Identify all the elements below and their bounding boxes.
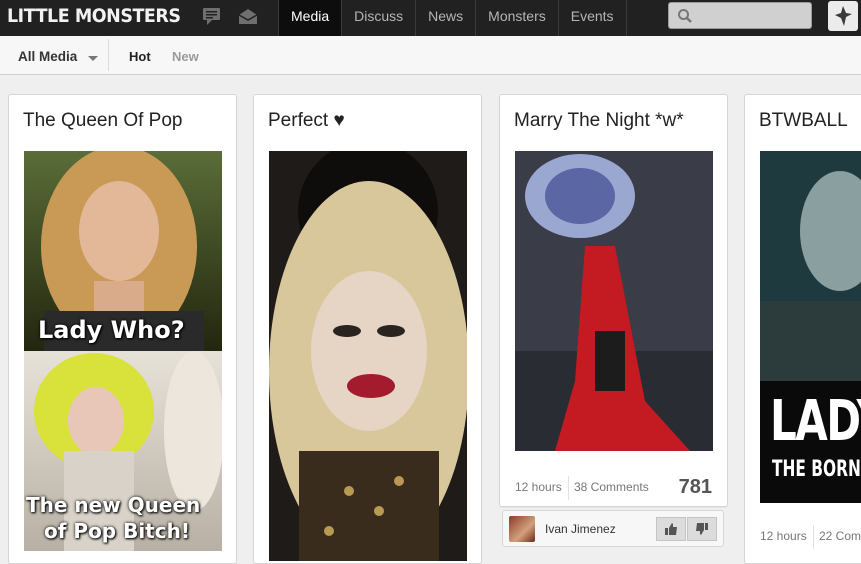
nav-media[interactable]: Media <box>278 0 342 36</box>
divider <box>813 525 814 549</box>
card-title: Perfect ♥ <box>268 110 345 131</box>
poster-text: THE BORN TH <box>772 457 861 482</box>
user-icon <box>833 5 853 32</box>
upvote-button[interactable] <box>656 517 686 541</box>
card-title: Marry The Night *w* <box>514 110 684 131</box>
inbox-icon[interactable] <box>237 6 261 28</box>
search-input[interactable] <box>668 2 812 29</box>
card-title: BTWBALL <box>759 110 848 131</box>
nav-news[interactable]: News <box>415 0 475 36</box>
overlay-text: of Pop Bitch! <box>44 519 190 543</box>
media-image[interactable] <box>269 151 467 561</box>
downvote-button[interactable] <box>687 517 717 541</box>
media-card[interactable]: The Queen Of Pop Lady Who? The new Queen… <box>8 94 237 564</box>
post-time: 12 hours <box>760 529 807 543</box>
poster-text: LADY <box>770 389 861 454</box>
tab-hot[interactable]: Hot <box>129 49 151 64</box>
post-time: 12 hours <box>515 480 562 494</box>
divider <box>568 476 569 500</box>
card-title: The Queen Of Pop <box>23 110 183 131</box>
author-name[interactable]: Ivan Jimenez <box>545 522 616 536</box>
comments-link[interactable]: 38 Comments <box>574 480 649 494</box>
vote-score: 781 <box>678 476 712 498</box>
media-card[interactable]: Marry The Night *w* 12 hours 38 Comments… <box>499 94 728 507</box>
filter-bar: All Media Hot New <box>0 36 861 75</box>
media-type-dropdown[interactable]: All Media <box>7 39 109 71</box>
nav-monsters[interactable]: Monsters <box>475 0 558 36</box>
top-navigation-bar: LITTLE MONSTERS Media Discuss News Monst… <box>0 0 861 36</box>
media-card[interactable]: BTWBALL LADY THE BORN TH 12 hours 22 Com <box>744 94 861 564</box>
nav-events[interactable]: Events <box>557 0 627 36</box>
overlay-text: The new Queen <box>26 493 201 517</box>
site-logo[interactable]: LITTLE MONSTERS <box>7 5 181 27</box>
main-nav: Media Discuss News Monsters Events <box>278 0 627 36</box>
media-image[interactable] <box>515 151 713 451</box>
media-image[interactable]: LADY THE BORN TH <box>760 151 861 503</box>
comments-link[interactable]: 22 Com <box>819 529 861 543</box>
chevron-down-icon <box>88 56 98 61</box>
author-bar: Ivan Jimenez <box>502 510 724 547</box>
avatar[interactable] <box>509 516 535 542</box>
media-image[interactable]: Lady Who? The new Queen of Pop Bitch! <box>24 151 222 551</box>
tab-new[interactable]: New <box>172 49 199 64</box>
dropdown-label: All Media <box>18 49 78 64</box>
card-footer: 12 hours 38 Comments 781 <box>500 470 727 506</box>
nav-discuss[interactable]: Discuss <box>341 0 415 36</box>
card-footer: 12 hours 22 Com <box>745 519 861 555</box>
media-card[interactable]: Perfect ♥ <box>253 94 482 564</box>
search-icon <box>677 8 693 29</box>
user-menu-button[interactable] <box>828 1 858 31</box>
chat-icon[interactable] <box>201 6 225 28</box>
overlay-text: Lady Who? <box>38 316 185 344</box>
